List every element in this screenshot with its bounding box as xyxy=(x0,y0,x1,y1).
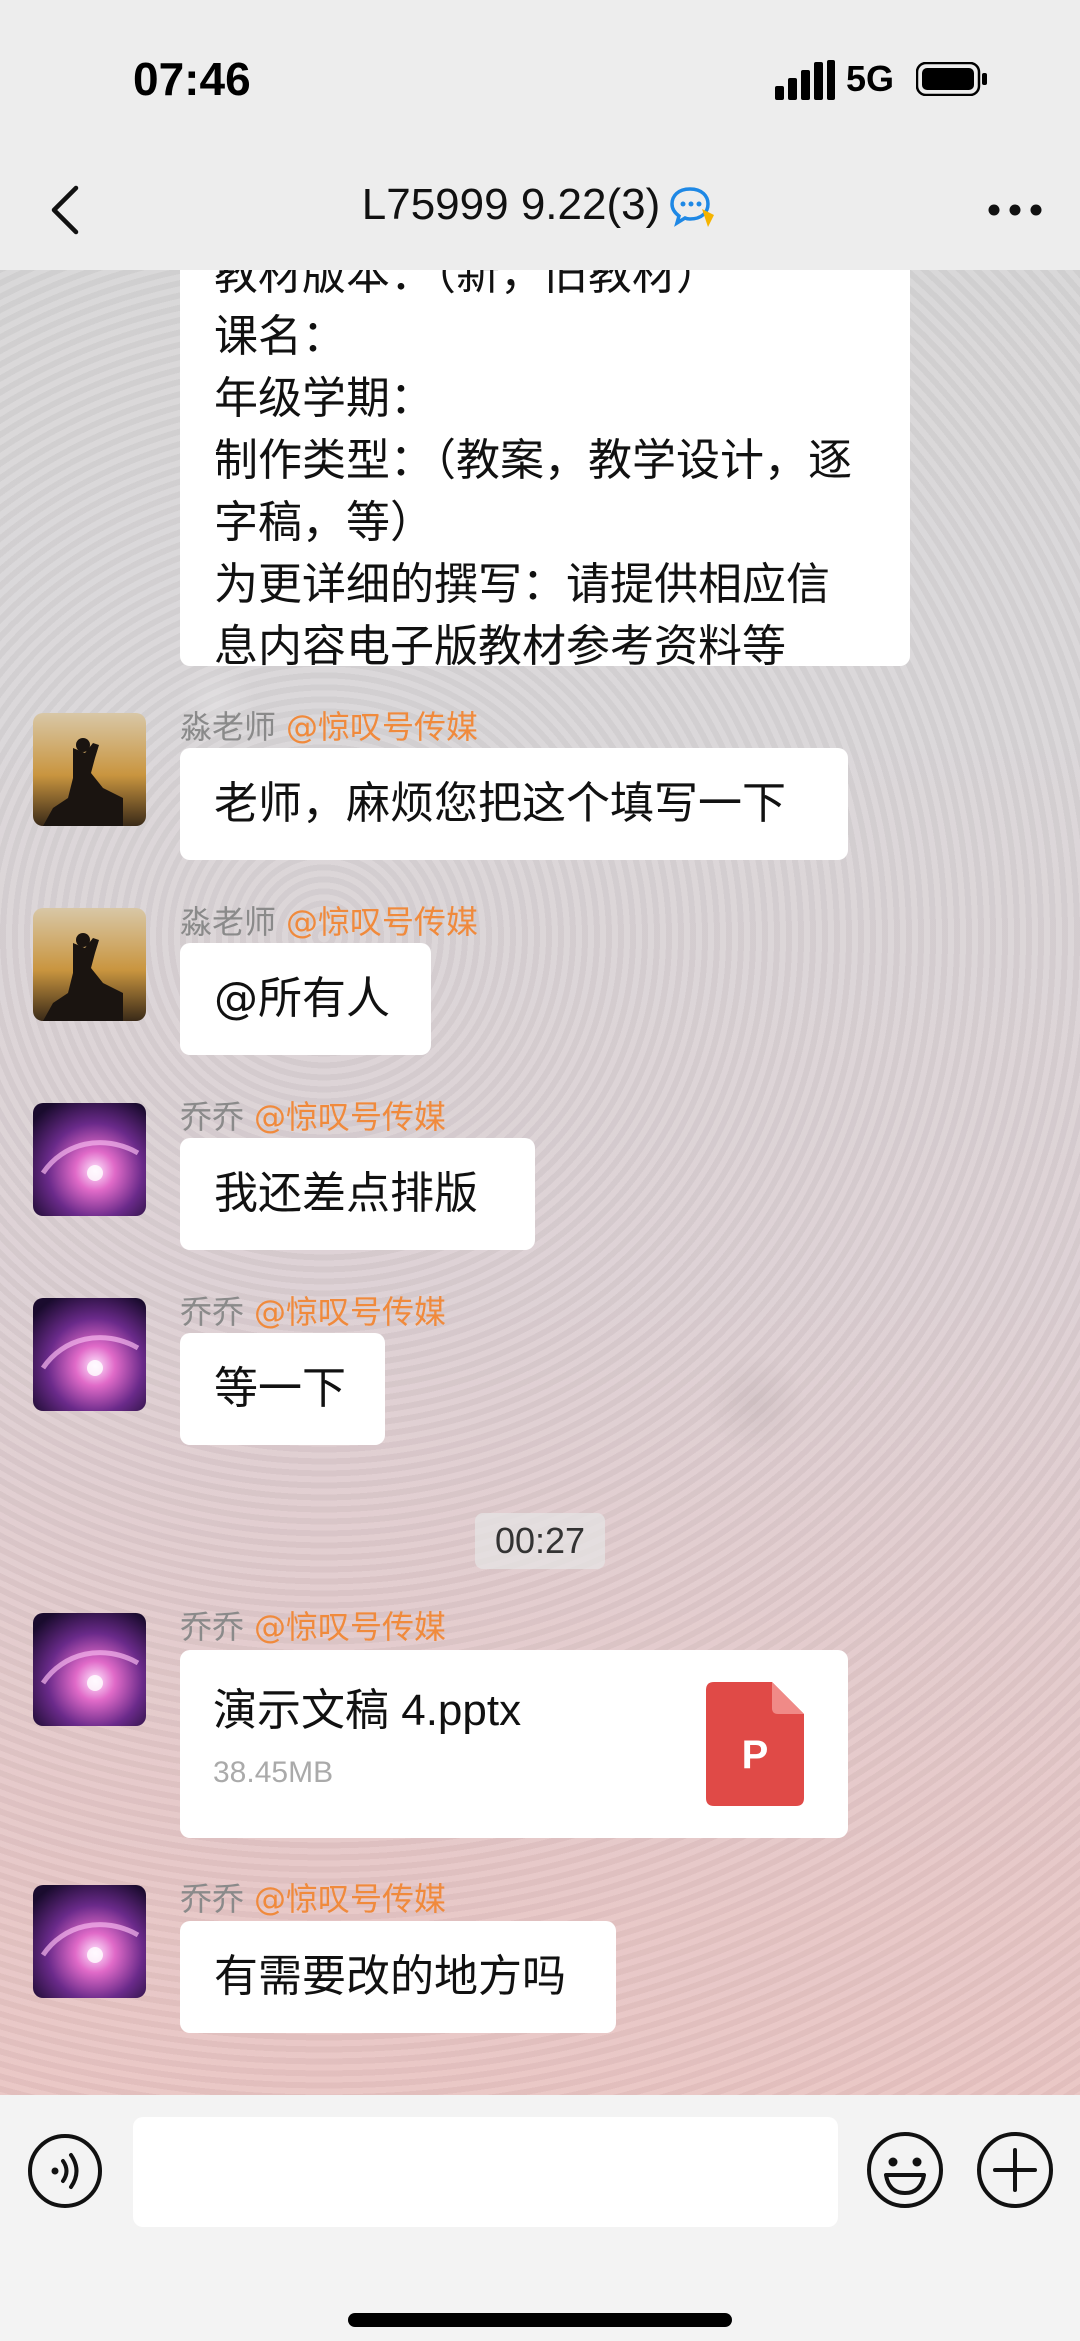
sender-name-text: 乔乔 xyxy=(180,1608,245,1646)
sender-name: 淼老师 @惊叹号传媒 xyxy=(180,897,478,943)
avatar[interactable] xyxy=(33,908,146,1021)
avatar[interactable] xyxy=(33,713,146,826)
template-line: 字稿，等） xyxy=(214,497,434,548)
sender-tag[interactable]: @惊叹号传媒 xyxy=(286,903,478,941)
message-bubble[interactable]: 我还差点排版 xyxy=(180,1138,535,1250)
input-bar xyxy=(0,2095,1080,2341)
file-name: 演示文稿 4.pptx xyxy=(213,1686,522,1735)
message-text: @所有人 xyxy=(214,973,390,1024)
chat-title-text: L75999 9.22(3) xyxy=(361,180,661,229)
voice-icon[interactable] xyxy=(27,2133,103,2209)
message-text: 有需要改的地方吗 xyxy=(214,1951,566,2002)
chat-bubble-icon xyxy=(670,187,715,228)
sender-name-text: 淼老师 xyxy=(180,903,277,941)
signal-icon xyxy=(775,60,835,100)
message-bubble[interactable]: 等一下 xyxy=(180,1333,385,1445)
message-bubble[interactable]: @所有人 xyxy=(180,943,431,1055)
message-text: 等一下 xyxy=(214,1363,346,1414)
sender-tag[interactable]: @惊叹号传媒 xyxy=(286,708,478,746)
home-indicator[interactable] xyxy=(348,2313,732,2327)
sender-name: 乔乔 @惊叹号传媒 xyxy=(180,1874,446,1920)
emoji-icon[interactable] xyxy=(866,2131,944,2209)
template-line: 为更详细的撰写：请提供相应信 xyxy=(214,559,830,610)
avatar-galaxy-image xyxy=(33,1885,146,1998)
ppt-icon-letter: P xyxy=(742,1733,769,1777)
timestamp: 00:27 xyxy=(475,1513,605,1569)
avatar[interactable] xyxy=(33,1298,146,1411)
template-line: 制作类型：（教案，教学设计，逐 xyxy=(214,435,852,486)
message-bubble[interactable]: 老师，麻烦您把这个填写一下 xyxy=(180,748,848,860)
battery-icon xyxy=(916,62,987,96)
sender-name-text: 乔乔 xyxy=(180,1293,245,1331)
sender-name-text: 淼老师 xyxy=(180,708,277,746)
message-bubble-template[interactable]: 教材版本：（新，旧教材） 课名： 年级学期： 制作类型：（教案，教学设计，逐 字… xyxy=(180,270,910,672)
message-text: 老师，麻烦您把这个填写一下 xyxy=(214,778,786,829)
avatar[interactable] xyxy=(33,1103,146,1216)
template-line: 教材版本：（新，旧教材） xyxy=(214,270,720,300)
chat-screen: 07:46 5G L75999 9.22(3) 教材版本：（新，旧教材） 课名：… xyxy=(0,0,1080,2341)
sender-tag[interactable]: @惊叹号传媒 xyxy=(254,1880,446,1918)
sender-tag[interactable]: @惊叹号传媒 xyxy=(254,1098,446,1136)
network-type: 5G xyxy=(846,58,895,99)
avatar[interactable] xyxy=(33,1613,146,1726)
sender-name-text: 乔乔 xyxy=(180,1098,245,1136)
message-text: 我还差点排版 xyxy=(214,1168,478,1219)
sender-name: 乔乔 @惊叹号传媒 xyxy=(180,1602,446,1648)
plus-icon[interactable] xyxy=(976,2131,1054,2209)
file-size: 38.45MB xyxy=(213,1756,334,1789)
status-time: 07:46 xyxy=(133,53,251,105)
status-bar: 07:46 5G xyxy=(0,0,1080,150)
chat-title: L75999 9.22(3) xyxy=(0,180,1080,230)
message-list[interactable]: 教材版本：（新，旧教材） 课名： 年级学期： 制作类型：（教案，教学设计，逐 字… xyxy=(0,270,1080,2095)
template-line: 息内容电子版教材参考资料等 xyxy=(214,621,786,672)
sender-name-text: 乔乔 xyxy=(180,1880,245,1918)
more-button[interactable] xyxy=(980,175,1050,245)
avatar-galaxy-image xyxy=(33,1298,146,1411)
message-input[interactable] xyxy=(133,2117,838,2227)
sender-name: 淼老师 @惊叹号传媒 xyxy=(180,702,478,748)
avatar-silhouette-image xyxy=(33,713,146,826)
sender-tag[interactable]: @惊叹号传媒 xyxy=(254,1293,446,1331)
nav-bar: L75999 9.22(3) xyxy=(0,150,1080,270)
template-line: 年级学期： xyxy=(214,373,434,424)
more-dots-icon xyxy=(988,204,1042,216)
file-message-card[interactable]: 演示文稿 4.pptx 38.45MB P xyxy=(180,1650,848,1838)
avatar-galaxy-image xyxy=(33,1103,146,1216)
pptx-file-icon: P xyxy=(706,1682,804,1806)
avatar-silhouette-image xyxy=(33,908,146,1021)
avatar[interactable] xyxy=(33,1885,146,1998)
message-bubble[interactable]: 有需要改的地方吗 xyxy=(180,1921,616,2033)
template-line: 课名： xyxy=(214,311,346,362)
sender-name: 乔乔 @惊叹号传媒 xyxy=(180,1287,446,1333)
sender-tag[interactable]: @惊叹号传媒 xyxy=(254,1608,446,1646)
avatar-galaxy-image xyxy=(33,1613,146,1726)
sender-name: 乔乔 @惊叹号传媒 xyxy=(180,1092,446,1138)
